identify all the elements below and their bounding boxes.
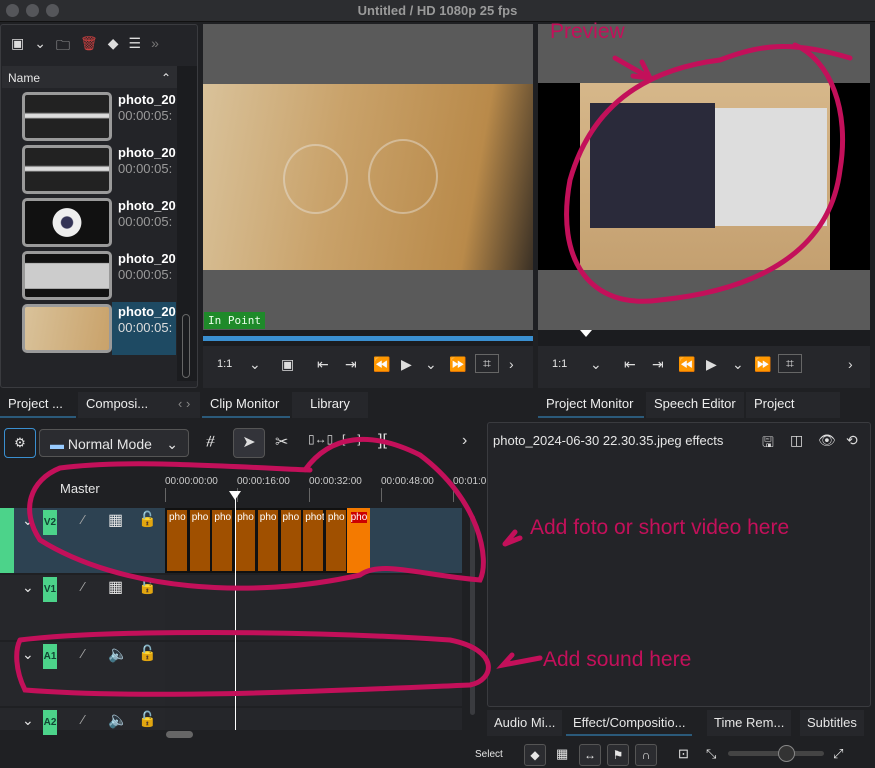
annotation-sound: Add sound here <box>543 648 692 671</box>
annotation-video: Add foto or short video here <box>530 516 790 539</box>
annotation-strokes <box>14 42 853 697</box>
annotation-preview: Preview <box>550 20 625 43</box>
